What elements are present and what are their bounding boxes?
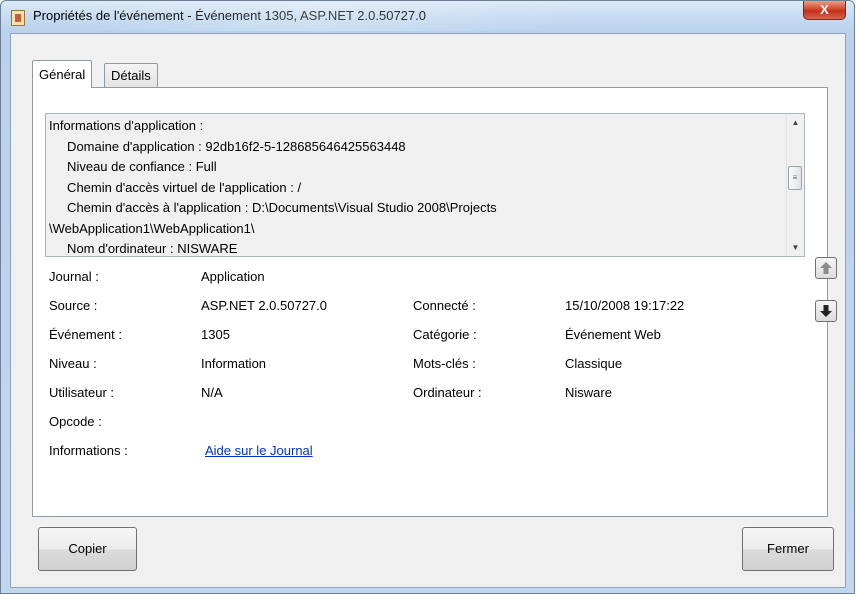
- connecte-label: Connecté :: [413, 298, 476, 313]
- description-scrollbar[interactable]: ▲ ≡ ▼: [786, 114, 804, 256]
- close-window-button[interactable]: X: [803, 1, 846, 20]
- title-bar[interactable]: Propriétés de l'événement - Événement 13…: [1, 1, 854, 33]
- categorie-label: Catégorie :: [413, 327, 477, 342]
- opcode-label: Opcode :: [49, 414, 102, 429]
- source-value: ASP.NET 2.0.50727.0: [201, 298, 328, 313]
- description-line: Chemin d'accès virtuel de l'application …: [49, 179, 302, 195]
- event-properties-window: Propriétés de l'événement - Événement 13…: [0, 0, 855, 594]
- description-line: Niveau de confiance : Full: [49, 159, 217, 174]
- arrow-up-icon: [820, 262, 832, 274]
- event-viewer-icon: [11, 10, 25, 26]
- niveau-value: Information: [201, 356, 267, 371]
- previous-event-button[interactable]: [815, 257, 837, 279]
- tab-details[interactable]: Détails: [104, 63, 158, 87]
- utilisateur-value: N/A: [201, 385, 223, 400]
- arrow-down-icon: [820, 305, 832, 317]
- event-description-box[interactable]: Informations d'application : Domaine d'a…: [45, 113, 805, 257]
- dialog-client-area: Général Détails Informations d'applicati…: [10, 33, 846, 588]
- description-line: Domaine d'application : 92db16f2-5-12868…: [49, 138, 406, 154]
- source-label: Source :: [49, 298, 98, 313]
- window-title: Propriétés de l'événement - Événement 13…: [33, 8, 426, 23]
- mots-cles-label: Mots-clés :: [413, 356, 476, 371]
- connecte-value: 15/10/2008 19:17:22: [565, 298, 685, 313]
- mots-cles-value: Classique: [565, 356, 623, 371]
- journal-label: Journal :: [49, 269, 99, 284]
- ordinateur-value: Nisware: [565, 385, 612, 400]
- journal-help-link[interactable]: Aide sur le Journal: [205, 443, 313, 458]
- scroll-down-arrow-icon[interactable]: ▼: [787, 239, 804, 256]
- description-line: Informations d'application :: [49, 118, 204, 133]
- description-line: Chemin d'accès à l'application : D:\Docu…: [49, 200, 497, 215]
- scroll-thumb[interactable]: ≡: [788, 166, 802, 190]
- journal-value: Application: [201, 269, 265, 284]
- event-description-text: Informations d'application : Domaine d'a…: [49, 116, 769, 256]
- ordinateur-label: Ordinateur :: [413, 385, 482, 400]
- niveau-label: Niveau :: [49, 356, 97, 371]
- description-line: Nom d'ordinateur : NISWARE: [49, 241, 238, 256]
- categorie-value: Événement Web: [565, 327, 661, 342]
- description-line: \WebApplication1\WebApplication1\: [49, 220, 255, 236]
- next-event-button[interactable]: [815, 300, 837, 322]
- evenement-label: Événement :: [49, 327, 122, 342]
- utilisateur-label: Utilisateur :: [49, 385, 115, 400]
- copy-button[interactable]: Copier: [38, 527, 137, 571]
- scroll-up-arrow-icon[interactable]: ▲: [787, 114, 804, 131]
- close-button[interactable]: Fermer: [742, 527, 834, 571]
- informations-label: Informations :: [49, 443, 128, 458]
- tab-general[interactable]: Général: [32, 60, 93, 88]
- general-tab-panel: Informations d'application : Domaine d'a…: [32, 87, 828, 517]
- evenement-value: 1305: [201, 327, 230, 342]
